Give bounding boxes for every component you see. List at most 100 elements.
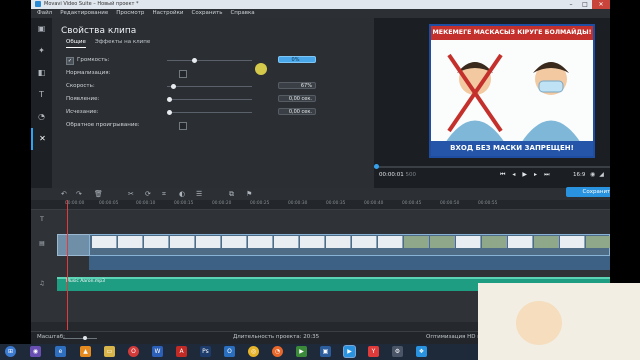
project-duration: Длительность проекта: 20:35 bbox=[233, 334, 320, 340]
ruler-tick-label: 00:00:20 bbox=[212, 201, 232, 206]
more-tools-icon[interactable]: ✕ bbox=[31, 128, 52, 150]
media-icon[interactable]: ◉ bbox=[30, 346, 41, 357]
acrobat-icon[interactable]: A bbox=[176, 346, 187, 357]
prop-label: Громкость: bbox=[77, 57, 110, 63]
transitions-icon[interactable]: ◧ bbox=[31, 62, 52, 84]
slider-knob[interactable] bbox=[171, 84, 176, 89]
outlook-icon[interactable]: O bbox=[224, 346, 235, 357]
save-button[interactable]: Сохранить bbox=[566, 187, 610, 197]
files-icon[interactable]: ▭ bbox=[104, 346, 115, 357]
color-icon[interactable]: ◐ bbox=[179, 188, 185, 200]
video-clip[interactable] bbox=[57, 234, 90, 256]
zoom-slider[interactable] bbox=[63, 336, 97, 340]
slider-knob[interactable] bbox=[167, 110, 172, 115]
ruler-tick-label: 00:00:45 bbox=[402, 201, 422, 206]
delete-icon[interactable]: 🗑 bbox=[94, 188, 103, 200]
settings-icon[interactable]: ⚙ bbox=[392, 346, 403, 357]
timecode-frames: 500 bbox=[405, 172, 416, 178]
preview-area: МЕКЕМЕГЕ МАСКАСЫЗ КІРУГЕ БОЛМАЙДЫ! ВХОД … bbox=[374, 18, 610, 188]
seek-knob[interactable] bbox=[374, 164, 379, 169]
video-track-icon: ▤ bbox=[39, 240, 45, 247]
skip-forward-icon[interactable]: ⏭ bbox=[544, 171, 549, 179]
menu-view[interactable]: Просмотр bbox=[116, 9, 144, 18]
step-forward-icon[interactable]: ▸ bbox=[534, 171, 537, 179]
menu-bar: Файл Редактирование Просмотр Настройки С… bbox=[31, 9, 610, 18]
zoom-label: Масштаб: bbox=[37, 334, 65, 340]
undo-icon[interactable]: ↶ bbox=[61, 188, 67, 200]
clip-frame bbox=[92, 236, 117, 248]
rotate-icon[interactable]: ⟳ bbox=[145, 188, 151, 200]
magic-wand-icon[interactable]: ✦ bbox=[31, 40, 52, 62]
preview-seekbar[interactable] bbox=[374, 164, 610, 169]
link-icon[interactable]: ⧉ bbox=[229, 188, 234, 200]
menu-file[interactable]: Файл bbox=[37, 9, 52, 18]
transport: ⏮ ◂ ▶ ▸ ⏭ bbox=[500, 171, 549, 179]
close-icon[interactable]: ✕ bbox=[592, 0, 610, 9]
clip-frame bbox=[586, 236, 610, 248]
menu-settings[interactable]: Настройки bbox=[152, 9, 183, 18]
timecode: 00:00:01 500 bbox=[379, 172, 416, 178]
video-icon[interactable]: ▣ bbox=[320, 346, 331, 357]
aspect-ratio-select[interactable]: 16:9 bbox=[573, 172, 585, 178]
settings-list-icon[interactable]: ☰ bbox=[196, 188, 202, 200]
film-icon[interactable]: ▣ bbox=[31, 18, 52, 40]
window-title: Movavi Video Suite – Новый проект * bbox=[44, 1, 139, 7]
vlc-icon[interactable]: ▲ bbox=[80, 346, 91, 357]
marker-icon[interactable]: ⚑ bbox=[246, 188, 252, 200]
prop-fade-out: Исчезание: 0,00 сек. bbox=[66, 108, 326, 117]
explorer-icon[interactable]: e bbox=[55, 346, 66, 357]
clip-frame bbox=[430, 236, 455, 248]
poster-top-text: МЕКЕМЕГЕ МАСКАСЫЗ КІРУГЕ БОЛМАЙДЫ! bbox=[431, 26, 593, 40]
volume-checkbox[interactable]: ✓ bbox=[66, 57, 74, 65]
menu-help[interactable]: Справка bbox=[230, 9, 254, 18]
clip-frame bbox=[352, 236, 377, 248]
ruler-tick-label: 00:00:25 bbox=[250, 201, 270, 206]
movavi-icon[interactable]: ▶ bbox=[344, 346, 355, 357]
yandex-icon[interactable]: Y bbox=[368, 346, 379, 357]
filters-icon[interactable]: ◔ bbox=[31, 106, 52, 128]
fade-out-value-field[interactable]: 0,00 сек. bbox=[278, 108, 316, 115]
zoom-knob[interactable] bbox=[83, 336, 87, 340]
windows-icon[interactable]: ❖ bbox=[416, 346, 427, 357]
windows-start-icon[interactable]: ⊞ bbox=[5, 346, 16, 357]
fade-in-slider[interactable] bbox=[167, 97, 252, 102]
cut-icon[interactable]: ✂ bbox=[128, 188, 134, 200]
firefox-icon[interactable]: ◔ bbox=[272, 346, 283, 357]
tab-clip-effects[interactable]: Эффекты на клипе bbox=[95, 39, 150, 48]
playhead[interactable] bbox=[67, 200, 68, 330]
volume-value-field[interactable]: 0% bbox=[278, 56, 316, 63]
app-icon bbox=[35, 1, 41, 7]
step-back-icon[interactable]: ◂ bbox=[512, 171, 515, 179]
slider-knob[interactable] bbox=[192, 58, 197, 63]
menu-edit[interactable]: Редактирование bbox=[60, 9, 108, 18]
word-icon[interactable]: W bbox=[152, 346, 163, 357]
opera-icon[interactable]: O bbox=[128, 346, 139, 357]
fade-in-value-field[interactable]: 0,00 сек. bbox=[278, 95, 316, 102]
photoshop-icon[interactable]: Ps bbox=[200, 346, 211, 357]
slider-knob[interactable] bbox=[167, 97, 172, 102]
menu-save[interactable]: Сохранить bbox=[192, 9, 223, 18]
crop-icon[interactable]: ⌗ bbox=[162, 188, 166, 200]
skip-back-icon[interactable]: ⏮ bbox=[500, 171, 505, 179]
reverse-checkbox[interactable] bbox=[179, 122, 187, 130]
tab-general[interactable]: Общие bbox=[66, 39, 86, 48]
speed-slider[interactable] bbox=[167, 84, 252, 89]
audio-track-icon: ♫ bbox=[39, 280, 45, 287]
clip-frame bbox=[222, 236, 247, 248]
redo-icon[interactable]: ↷ bbox=[76, 188, 82, 200]
chrome-icon[interactable]: ◎ bbox=[248, 346, 259, 357]
prop-reverse: Обратное проигрывание: bbox=[66, 122, 326, 130]
maximize-icon[interactable]: □ bbox=[578, 0, 592, 9]
fade-out-slider[interactable] bbox=[167, 110, 252, 115]
volume-slider[interactable] bbox=[167, 58, 252, 63]
normalize-checkbox[interactable] bbox=[179, 70, 187, 78]
speed-value-field[interactable]: 67% bbox=[278, 82, 316, 89]
play-icon[interactable]: ▶ bbox=[522, 171, 527, 179]
minimize-icon[interactable]: – bbox=[564, 0, 578, 9]
titles-icon[interactable]: T bbox=[31, 84, 52, 106]
volume-icon[interactable]: ◢ bbox=[599, 171, 604, 178]
camera-icon[interactable]: ◉ bbox=[590, 171, 595, 178]
media-player-icon[interactable]: ▶ bbox=[296, 346, 307, 357]
timeline-ruler[interactable]: 00:00:00 00:00:05 00:00:10 00:00:15 00:0… bbox=[31, 200, 610, 210]
video-clip[interactable] bbox=[89, 234, 610, 256]
